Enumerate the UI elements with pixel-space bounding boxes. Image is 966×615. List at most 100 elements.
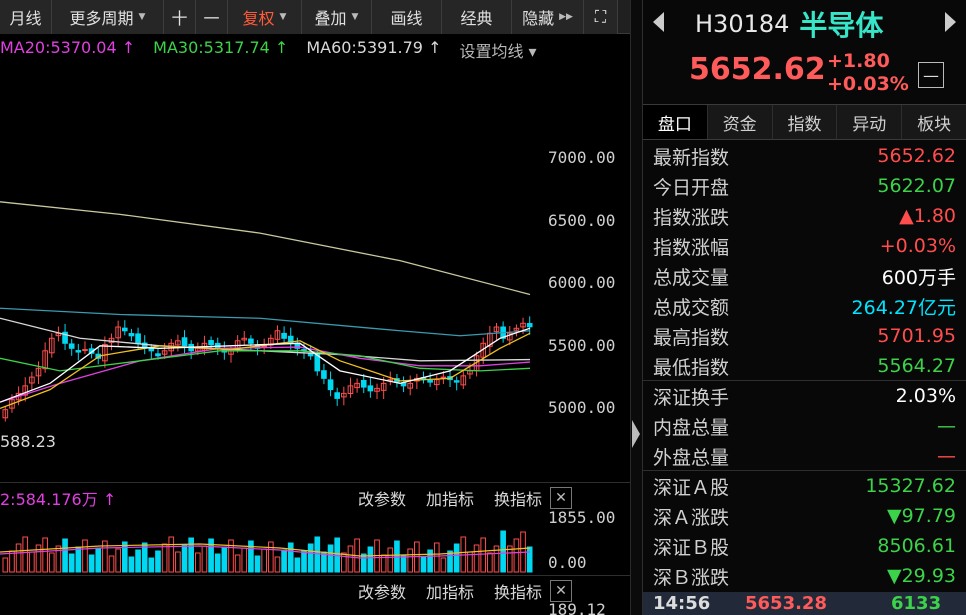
candle-body (75, 350, 82, 353)
quote-row-value: — (937, 415, 956, 437)
close-volume-icon[interactable]: ✕ (550, 487, 572, 509)
volume-bar (148, 557, 155, 573)
price-tick-6500: 6500.00 (548, 211, 616, 230)
tab-0[interactable]: 盘口 (643, 105, 708, 139)
volume-bar (2, 557, 9, 573)
quote-row-value: ▼29.93 (886, 565, 956, 587)
tick-time: 14:56 (653, 593, 711, 614)
stock-name: 半导体 (799, 9, 884, 42)
hide-button-label: 隐藏 (522, 9, 555, 28)
quote-row-label: 最高指数 (653, 326, 730, 349)
volume-bar (248, 540, 254, 573)
draw-line-button[interactable]: 画线 (372, 0, 442, 34)
quote-row-value: 5652.62 (877, 145, 956, 167)
quote-row-label: 深证Ａ股 (653, 476, 730, 499)
volume-bar (400, 555, 407, 573)
zoom-out-button-label: 一 (203, 9, 220, 28)
candle-body (155, 353, 161, 357)
candle-body (82, 349, 88, 352)
fullscreen-icon-label: ⛶ (594, 7, 607, 26)
more-periods-dropdown[interactable]: 更多周期 ▼ (52, 0, 164, 34)
tick-volume: 6133 (891, 593, 942, 614)
quote-row: 最低指数 5564.27 (653, 351, 956, 381)
volume-bar (175, 551, 181, 573)
classic-button[interactable]: 经典 (442, 0, 512, 34)
volume-bar (314, 536, 321, 573)
draw-line-button-label: 画线 (390, 9, 423, 28)
candle-body (427, 379, 433, 383)
tab-4[interactable]: 板块 (902, 105, 966, 139)
volume-bar (29, 551, 35, 573)
volume-bar (267, 541, 274, 573)
volume-bar (42, 537, 48, 573)
zoom-in-button[interactable]: 十 (164, 0, 196, 34)
volume-chart[interactable] (0, 512, 548, 574)
candle-body (128, 333, 135, 337)
candle-body (321, 370, 327, 379)
monthly-line-button[interactable]: 月线 (0, 0, 52, 34)
price-tick-6000: 6000.00 (548, 273, 616, 292)
switch-indicator-button[interactable]: 换指标 (494, 486, 542, 510)
more-periods-dropdown-label: 更多周期 (69, 9, 134, 28)
volume-bar (500, 530, 506, 573)
fullscreen-icon[interactable]: ⛶ (584, 0, 618, 34)
quote-row-label: 最新指数 (653, 146, 730, 169)
minus-icon: — (923, 65, 939, 85)
switch-indicator-button-2[interactable]: 换指标 (494, 579, 542, 603)
edit-params-button[interactable]: 改参数 (358, 486, 406, 510)
candle-body (367, 385, 374, 392)
volume-bar (453, 543, 460, 573)
price-tick-5000: 5000.00 (548, 398, 616, 417)
overlay-dropdown[interactable]: 叠加 ▼ (302, 0, 372, 34)
volume-bar (347, 545, 354, 573)
prev-stock-icon[interactable] (653, 12, 664, 32)
volume-bar (447, 550, 453, 573)
zoom-out-button[interactable]: 一 (196, 0, 228, 34)
add-indicator-button-2[interactable]: 加指标 (426, 579, 474, 603)
volume-bar (194, 552, 201, 573)
candle-body (208, 340, 214, 346)
tab-1[interactable]: 资金 (708, 105, 773, 139)
volume-bar (201, 545, 208, 573)
volume-bar (82, 539, 88, 573)
set-ma-button[interactable]: 设置均线 ▾ (459, 38, 536, 64)
quote-row-label: 深证Ｂ股 (653, 536, 730, 559)
volume-bar (221, 546, 228, 573)
quote-row-label: 内盘总量 (653, 416, 730, 439)
volume-tick-max: 1855.00 (548, 508, 616, 527)
quote-row-label: 总成交额 (653, 296, 730, 319)
quote-row: 外盘总量 — (653, 441, 956, 471)
quote-row: 指数涨幅 +0.03% (653, 231, 956, 261)
add-indicator-button[interactable]: 加指标 (426, 486, 474, 510)
tab-2[interactable]: 指数 (773, 105, 838, 139)
quote-row: 指数涨跌 ▲1.80 (653, 201, 956, 231)
caret-down-icon: ▼ (351, 12, 359, 22)
quote-row-value: 15327.62 (865, 475, 956, 497)
tab-3[interactable]: 异动 (837, 105, 903, 139)
quote-row: 总成交量 600万手 (653, 261, 956, 291)
volume-bar (420, 556, 427, 573)
quote-row-label: 深Ｂ涨跌 (653, 566, 730, 589)
adjust-rights-dropdown[interactable]: 复权 ▼ (228, 0, 302, 34)
close-indicator-icon[interactable]: ✕ (550, 580, 572, 602)
volume-ma-legend: 2:584.176万 ↑ (0, 489, 117, 509)
collapse-button[interactable]: — (918, 62, 944, 88)
ma-legend-item: MA30:5317.74 ↑ (153, 38, 289, 57)
quote-row-value: 2.03% (895, 385, 956, 407)
volume-bar (307, 543, 314, 573)
volume-bar (9, 550, 15, 573)
hide-button[interactable]: 隐藏 ▶▶ (512, 0, 584, 34)
volume-bar (135, 549, 141, 573)
edit-params-button-2[interactable]: 改参数 (358, 579, 406, 603)
price-change-pct: +0.03% (827, 73, 909, 95)
tick-footer: 14:56 5653.28 6133 (643, 592, 966, 615)
collapse-panel-icon[interactable] (632, 420, 640, 448)
divider (643, 380, 966, 381)
volume-bar (327, 544, 334, 573)
stock-chart-app: 月线 更多周期 ▼ 十一复权 ▼ 叠加 ▼ 画线 经典 隐藏 ▶▶ ⛶ MA20:5370.04 ↑ M… (0, 0, 966, 615)
volume-bar (188, 537, 194, 573)
next-stock-icon[interactable] (945, 12, 956, 32)
candlestick-chart[interactable] (0, 64, 548, 482)
candle-body (281, 332, 287, 339)
volume-bar (254, 555, 261, 573)
